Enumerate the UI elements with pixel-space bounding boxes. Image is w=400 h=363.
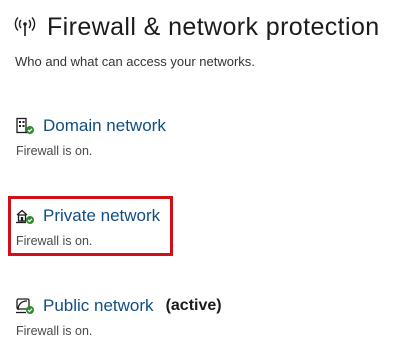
active-network-label: (active) xyxy=(165,297,222,314)
page-header: Firewall & network protection xyxy=(14,12,380,42)
private-network-highlight xyxy=(8,196,173,256)
wireless-antenna-icon xyxy=(14,15,36,39)
public-network-status: Firewall is on. xyxy=(16,324,93,338)
page-subtitle: Who and what can access your networks. xyxy=(15,54,255,69)
public-network-section: Public network (active) Firewall is on. xyxy=(15,294,222,338)
page-title: Firewall & network protection xyxy=(47,13,380,41)
domain-network-link[interactable]: Domain network xyxy=(43,116,166,136)
domain-network-row[interactable]: Domain network xyxy=(15,114,166,138)
public-network-link[interactable]: Public network xyxy=(43,296,154,316)
firewall-page: Firewall & network protection Who and wh… xyxy=(0,0,400,363)
domain-network-status: Firewall is on. xyxy=(16,144,93,158)
domain-network-icon xyxy=(15,117,35,135)
public-network-icon xyxy=(15,297,35,315)
public-network-row[interactable]: Public network (active) xyxy=(15,294,222,318)
domain-network-section: Domain network Firewall is on. xyxy=(15,114,166,158)
